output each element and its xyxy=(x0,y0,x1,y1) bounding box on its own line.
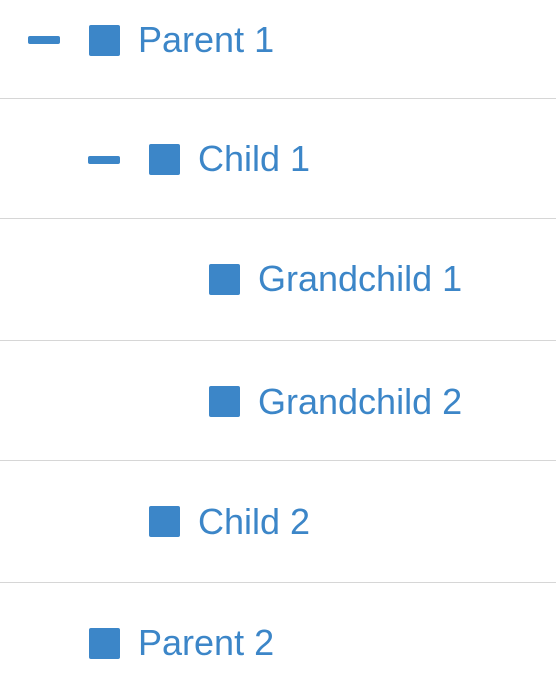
tree-node-grandchild-2[interactable]: Grandchild 2 xyxy=(0,341,556,461)
tree-node-label[interactable]: Parent 2 xyxy=(138,625,274,661)
tree-node-label[interactable]: Parent 1 xyxy=(138,22,274,58)
tree-node-label[interactable]: Grandchild 1 xyxy=(258,261,462,297)
tree-node-label[interactable]: Child 2 xyxy=(198,504,310,540)
collapse-minus-icon[interactable] xyxy=(88,156,120,164)
square-node-icon xyxy=(209,386,240,417)
collapse-minus-icon[interactable] xyxy=(28,36,60,44)
tree-node-label[interactable]: Child 1 xyxy=(198,141,310,177)
tree-node-parent-2[interactable]: Parent 2 xyxy=(0,583,556,688)
square-node-icon xyxy=(149,144,180,175)
tree-node-grandchild-1[interactable]: Grandchild 1 xyxy=(0,219,556,341)
tree-node-label[interactable]: Grandchild 2 xyxy=(258,384,462,420)
tree-view: Parent 1 Child 1 Grandchild 1 Grandchild… xyxy=(0,0,556,688)
tree-node-child-1[interactable]: Child 1 xyxy=(0,99,556,219)
square-node-icon xyxy=(149,506,180,537)
tree-node-child-2[interactable]: Child 2 xyxy=(0,461,556,583)
square-node-icon xyxy=(89,25,120,56)
tree-node-parent-1[interactable]: Parent 1 xyxy=(0,0,556,99)
square-node-icon xyxy=(89,628,120,659)
square-node-icon xyxy=(209,264,240,295)
